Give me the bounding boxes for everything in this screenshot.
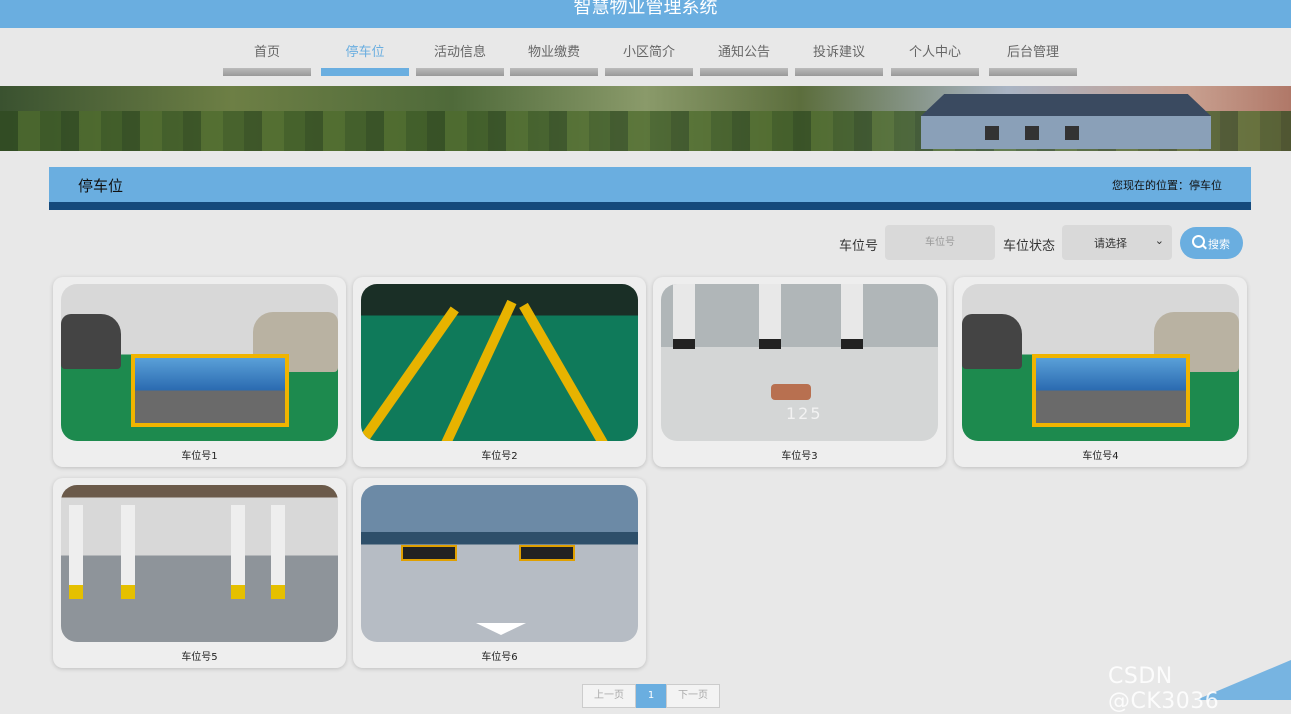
search-button[interactable]: 搜索 bbox=[1180, 227, 1243, 259]
parking-caption: 车位号6 bbox=[481, 652, 518, 663]
parking-image bbox=[61, 485, 338, 642]
nav-parking[interactable]: 停车位 bbox=[321, 44, 409, 88]
chevron-down-icon: ⌄ bbox=[1154, 234, 1164, 247]
parking-caption: 车位号3 bbox=[781, 451, 818, 462]
app-header: 智慧物业管理系统 bbox=[0, 0, 1291, 28]
section-header: 停车位 您现在的位置：停车位 bbox=[49, 167, 1251, 210]
nav-profile[interactable]: 个人中心 bbox=[891, 44, 979, 88]
page-1-button[interactable]: 1 bbox=[636, 684, 666, 708]
watermark: CSDN @CK3036 bbox=[1108, 664, 1220, 714]
status-label: 车位状态 bbox=[1003, 239, 1056, 254]
nav-admin[interactable]: 后台管理 bbox=[989, 44, 1077, 88]
number-label: 车位号 bbox=[839, 239, 879, 254]
parking-card[interactable]: 车位号6 bbox=[353, 478, 646, 668]
parking-image bbox=[962, 284, 1239, 441]
nav-home[interactable]: 首页 bbox=[223, 44, 311, 88]
parking-card[interactable]: 车位号5 bbox=[53, 478, 346, 668]
search-icon bbox=[1192, 235, 1205, 248]
parking-caption: 车位号2 bbox=[481, 451, 518, 462]
parking-card[interactable]: 125 车位号3 bbox=[653, 277, 946, 467]
parking-caption: 车位号4 bbox=[1082, 451, 1119, 462]
status-select[interactable]: 请选择 ⌄ bbox=[1062, 225, 1172, 260]
app-title: 智慧物业管理系统 bbox=[573, 0, 718, 18]
breadcrumb: 您现在的位置：停车位 bbox=[1112, 179, 1222, 192]
section-title: 停车位 bbox=[78, 177, 124, 195]
status-select-value: 请选择 bbox=[1094, 237, 1127, 250]
parking-caption: 车位号1 bbox=[181, 451, 218, 462]
parking-caption: 车位号5 bbox=[181, 652, 218, 663]
number-input[interactable] bbox=[885, 225, 995, 260]
nav-complaints[interactable]: 投诉建议 bbox=[795, 44, 883, 88]
parking-card[interactable]: 车位号2 bbox=[353, 277, 646, 467]
main-nav: 首页 停车位 活动信息 物业缴费 小区简介 通知公告 投诉建议 个人中心 后台管… bbox=[0, 28, 1291, 86]
nav-notices[interactable]: 通知公告 bbox=[700, 44, 788, 88]
parking-card[interactable]: 车位号1 bbox=[53, 277, 346, 467]
painted-number: 125 bbox=[786, 404, 823, 423]
nav-activities[interactable]: 活动信息 bbox=[416, 44, 504, 88]
nav-community-intro[interactable]: 小区简介 bbox=[605, 44, 693, 88]
nav-property-fee[interactable]: 物业缴费 bbox=[510, 44, 598, 88]
parking-image bbox=[61, 284, 338, 441]
parking-image bbox=[361, 485, 638, 642]
prev-page-button[interactable]: 上一页 bbox=[582, 684, 636, 708]
parking-image: 125 bbox=[661, 284, 938, 441]
parking-image bbox=[361, 284, 638, 441]
parking-card[interactable]: 车位号4 bbox=[954, 277, 1247, 467]
next-page-button[interactable]: 下一页 bbox=[666, 684, 720, 708]
banner-image bbox=[0, 86, 1291, 151]
